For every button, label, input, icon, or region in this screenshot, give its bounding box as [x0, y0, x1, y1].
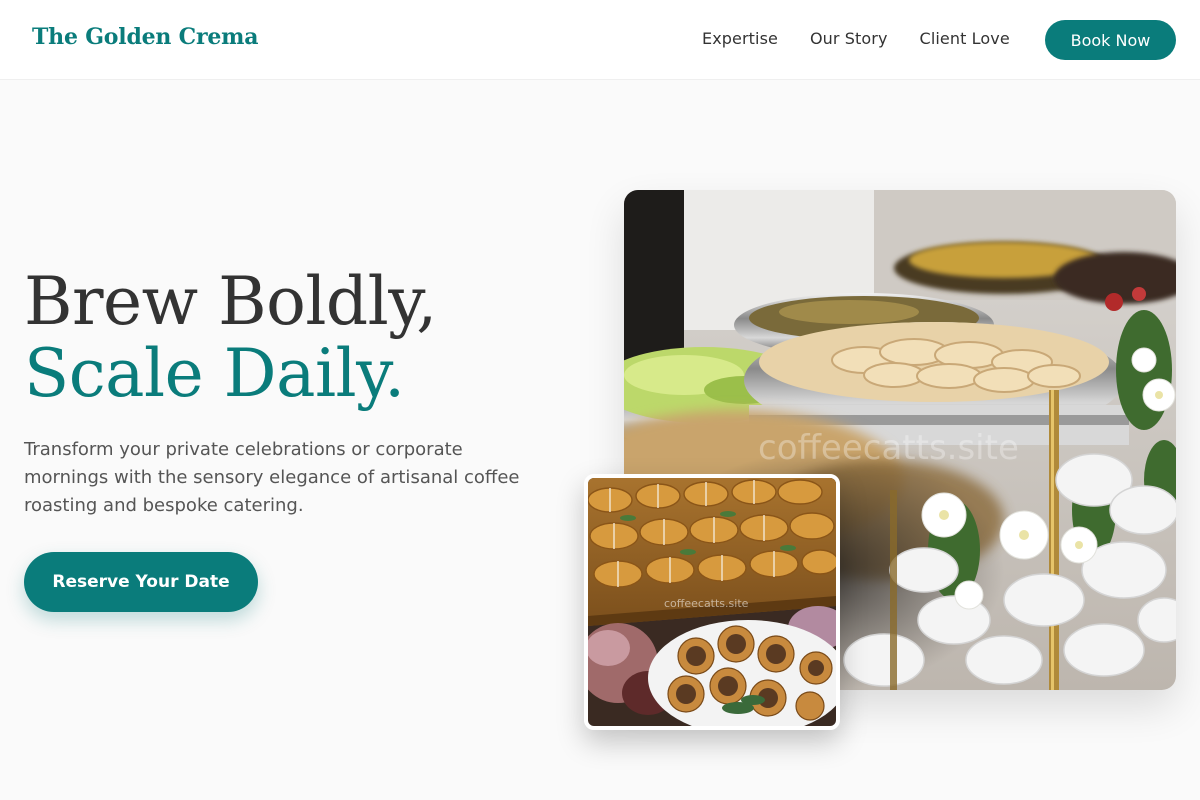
navbar: The Golden Crema Expertise Our Story Cli… — [0, 0, 1200, 80]
book-now-button[interactable]: Book Now — [1045, 20, 1176, 60]
hero-subtitle: Transform your private celebrations or c… — [24, 439, 520, 516]
hero-title: Brew Boldly, Scale Daily. — [24, 266, 437, 410]
sub-image-watermark: coffeecatts.site — [664, 597, 749, 610]
reserve-date-button[interactable]: Reserve Your Date — [24, 552, 258, 612]
nav-links: Expertise Our Story Client Love — [702, 29, 1010, 48]
brand-logo[interactable]: The Golden Crema — [32, 24, 259, 50]
nav-link-expertise[interactable]: Expertise — [702, 29, 778, 48]
hero-title-line1: Brew Boldly, — [24, 263, 437, 340]
nav-link-client-love[interactable]: Client Love — [920, 29, 1010, 48]
nav-link-our-story[interactable]: Our Story — [810, 29, 888, 48]
hero-title-line2: Scale Daily. — [24, 335, 405, 412]
main-image-watermark: coffeecatts.site — [758, 428, 1019, 468]
